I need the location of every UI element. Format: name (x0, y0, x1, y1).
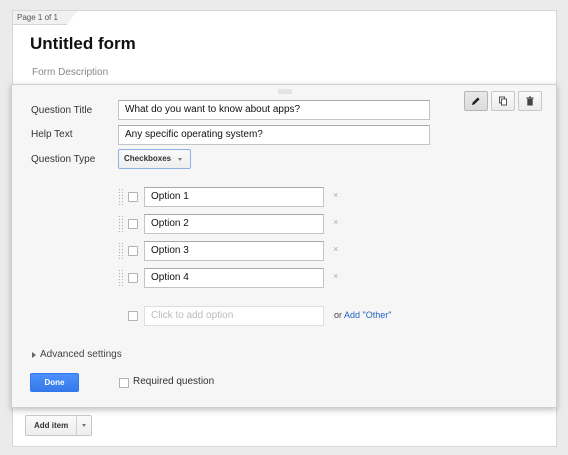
option-checkbox (128, 273, 138, 283)
add-item-label: Add item (26, 416, 78, 435)
add-option-input[interactable]: Click to add option (144, 306, 324, 326)
option-input[interactable]: Option 3 (144, 241, 324, 261)
question-type-select[interactable]: Checkboxes (118, 149, 192, 169)
drag-grip-icon[interactable] (278, 89, 292, 94)
remove-option-icon[interactable]: × (333, 271, 338, 281)
option-input[interactable]: Option 1 (144, 187, 324, 207)
drag-handle-icon[interactable] (118, 188, 123, 205)
option-row: Option 2 × (118, 214, 344, 234)
add-item-button[interactable]: Add item (25, 415, 93, 436)
option-row: Option 1 × (118, 187, 344, 207)
drag-handle-icon[interactable] (118, 215, 123, 232)
drag-handle-icon[interactable] (118, 269, 123, 286)
question-type-value: Checkboxes (124, 154, 172, 163)
pencil-icon (472, 97, 480, 105)
triangle-right-icon (32, 351, 36, 358)
help-text-label: Help Text (31, 129, 73, 140)
form-description[interactable]: Form Description (32, 67, 108, 78)
add-item-dropdown[interactable] (77, 416, 91, 435)
option-checkbox (128, 311, 138, 321)
question-editor: Question Title What do you want to know … (11, 84, 557, 408)
help-text-input[interactable]: Any specific operating system? (118, 125, 430, 145)
add-other-link[interactable]: Add "Other" (344, 310, 391, 320)
option-input[interactable]: Option 4 (144, 268, 324, 288)
option-checkbox (128, 246, 138, 256)
edit-button[interactable] (464, 91, 488, 111)
question-title-label: Question Title (31, 105, 93, 116)
remove-option-icon[interactable]: × (333, 217, 338, 227)
or-text: or (334, 310, 343, 320)
option-row: Option 4 × (118, 268, 344, 288)
form-title[interactable]: Untitled form (30, 34, 136, 54)
chevron-down-icon (82, 424, 87, 427)
question-title-input[interactable]: What do you want to know about apps? (118, 100, 430, 120)
add-other-text: or Add "Other" (334, 310, 391, 320)
copy-icon (499, 96, 507, 106)
duplicate-button[interactable] (491, 91, 515, 111)
done-button[interactable]: Done (30, 373, 79, 392)
option-row: Option 3 × (118, 241, 344, 261)
drag-handle-icon[interactable] (118, 242, 123, 259)
option-input[interactable]: Option 2 (144, 214, 324, 234)
remove-option-icon[interactable]: × (333, 244, 338, 254)
option-checkbox (128, 192, 138, 202)
option-checkbox (128, 219, 138, 229)
delete-button[interactable] (518, 91, 542, 111)
trash-icon (526, 96, 534, 106)
chevron-down-icon (178, 157, 183, 161)
advanced-settings-label: Advanced settings (40, 349, 122, 360)
page-indicator: Page 1 of 1 (13, 11, 77, 25)
required-checkbox[interactable] (119, 378, 129, 388)
required-label: Required question (133, 376, 215, 387)
question-toolbar (464, 91, 542, 111)
question-type-label: Question Type (31, 154, 96, 165)
add-option-row: Click to add option or Add "Other" (118, 306, 408, 326)
advanced-settings-toggle[interactable]: Advanced settings (32, 349, 122, 360)
remove-option-icon[interactable]: × (333, 190, 338, 200)
